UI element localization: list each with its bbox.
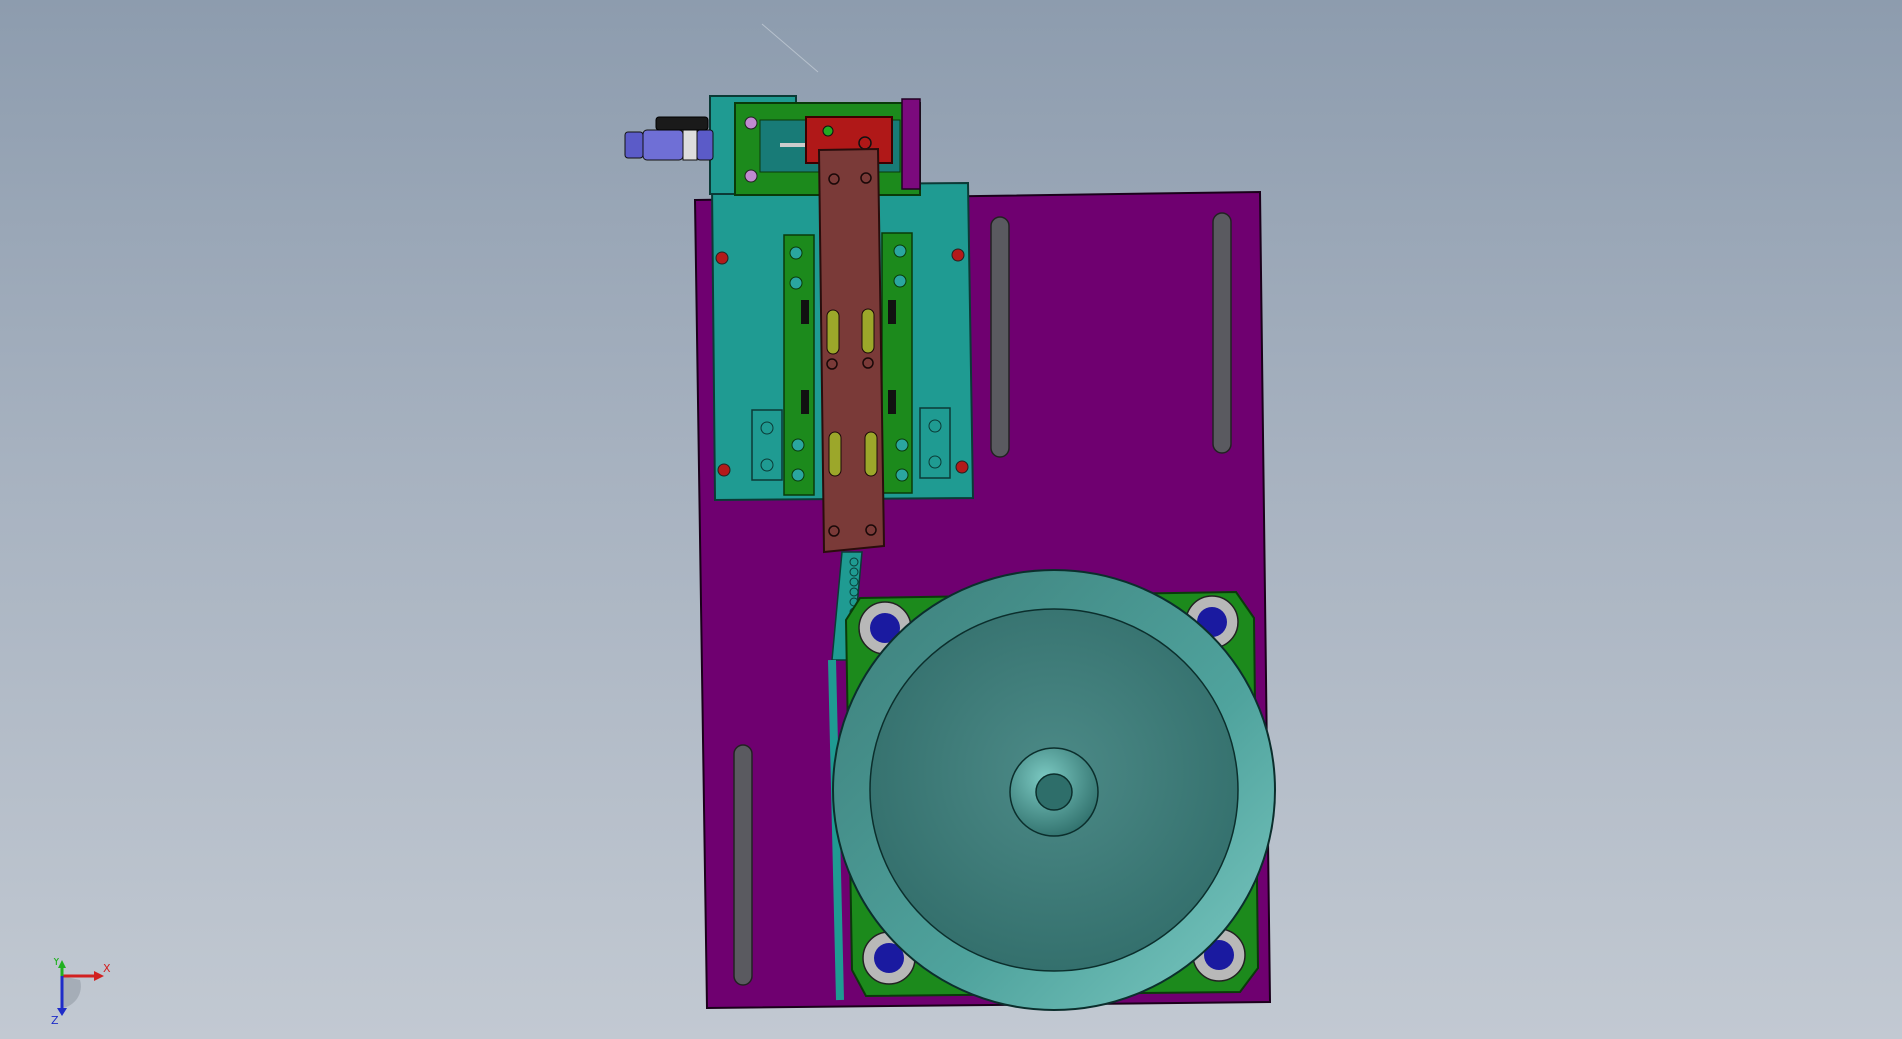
z-axis-label: Z — [51, 1014, 59, 1027]
guide-rail-left — [783, 234, 815, 496]
rail-bolt — [789, 276, 803, 290]
frame-end — [901, 98, 921, 190]
rail-bolt — [893, 244, 907, 258]
y-axis-label: Y — [52, 958, 60, 968]
bar-slot — [864, 431, 878, 477]
slider-bolt — [822, 125, 834, 137]
bar-slot — [826, 309, 840, 355]
cylinder-frontcap — [696, 129, 714, 161]
cad-model-assembly[interactable] — [0, 0, 1902, 1039]
rail-bolt — [791, 468, 805, 482]
mount-screw — [955, 460, 969, 474]
orientation-triad: X Y Z — [51, 958, 111, 1027]
x-axis-label: X — [103, 962, 111, 975]
cylinder-endcap — [624, 131, 644, 159]
hub-bore — [1035, 773, 1073, 811]
rail-block — [801, 300, 809, 324]
bar-slot — [828, 431, 842, 477]
rail-bolt — [895, 438, 909, 452]
rail-bolt — [895, 468, 909, 482]
bar-slot — [861, 308, 875, 354]
guide-rail-right — [881, 232, 913, 494]
rail-block — [888, 390, 896, 414]
air-fitting — [655, 116, 709, 131]
mount-screw — [717, 463, 731, 477]
construction-line — [761, 23, 819, 73]
cylinder-collar — [682, 129, 698, 161]
rail-block — [888, 300, 896, 324]
rail-bolt — [791, 438, 805, 452]
rail-bolt — [893, 274, 907, 288]
mount-screw — [715, 251, 729, 265]
mount-screw — [951, 248, 965, 262]
rail-block — [801, 390, 809, 414]
air-cylinder-body[interactable] — [642, 129, 684, 161]
rail-bolt — [789, 246, 803, 260]
plate-slot — [733, 744, 753, 986]
plate-slot — [1212, 212, 1232, 454]
frame-bolt — [744, 116, 758, 130]
plate-slot — [990, 216, 1010, 458]
frame-bolt — [744, 169, 758, 183]
triad-plane-shade — [62, 976, 81, 1008]
cad-graphics-viewport[interactable]: X Y Z — [0, 0, 1902, 1039]
